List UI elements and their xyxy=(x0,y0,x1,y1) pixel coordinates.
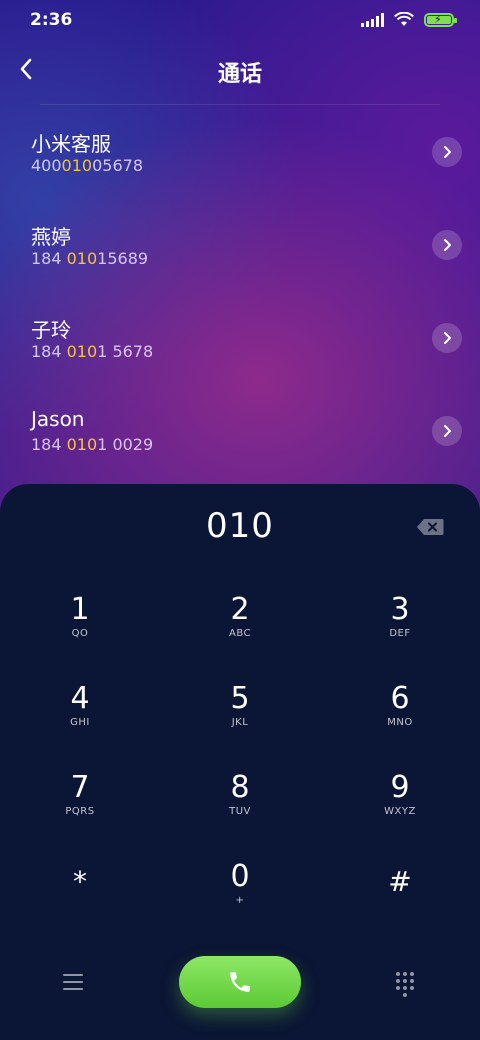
key-0[interactable]: 0 + xyxy=(160,851,320,940)
contact-name: 子玲 xyxy=(31,318,71,342)
status-time: 2:36 xyxy=(30,10,73,30)
status-bar: 2:36 ⚡ xyxy=(0,0,480,40)
contact-name: Jason xyxy=(31,407,85,431)
signal-icon xyxy=(361,12,384,27)
key-3[interactable]: 3 DEF xyxy=(320,584,480,673)
key-4[interactable]: 4 GHI xyxy=(0,673,160,762)
contact-number: 184 01015689 xyxy=(31,249,149,268)
header: 通话 xyxy=(0,44,480,100)
key-8[interactable]: 8 TUV xyxy=(160,762,320,851)
menu-icon[interactable] xyxy=(63,974,83,990)
backspace-icon[interactable] xyxy=(416,518,444,536)
match-highlight: 010 xyxy=(66,435,98,454)
contact-detail-button[interactable] xyxy=(432,137,462,167)
key-5[interactable]: 5 JKL xyxy=(160,673,320,762)
dialer-bottom-bar xyxy=(0,956,480,1016)
contact-name: 小米客服 xyxy=(31,132,111,156)
match-highlight: 010 xyxy=(61,156,93,175)
contact-detail-button[interactable] xyxy=(432,323,462,353)
contact-number: 184 0101 5678 xyxy=(31,342,154,361)
dialer-panel: 010 1 QO 2 ABC 3 DEF 4 GHI 5 JKL 6 MNO 7 PQRS 8… xyxy=(0,484,480,1040)
key-7[interactable]: 7 PQRS xyxy=(0,762,160,851)
contact-row[interactable]: 燕婷 184 01015689 xyxy=(0,205,480,298)
chevron-right-icon xyxy=(444,239,451,251)
battery-icon: ⚡ xyxy=(424,12,457,27)
contact-number: 40001005678 xyxy=(31,156,143,175)
keypad-grid-icon[interactable] xyxy=(396,972,416,997)
keypad: 1 QO 2 ABC 3 DEF 4 GHI 5 JKL 6 MNO 7 PQRS 8 TUV … xyxy=(0,584,480,940)
match-highlight: 010 xyxy=(66,342,98,361)
chevron-right-icon xyxy=(444,146,451,158)
voicemail-icon: QO xyxy=(71,628,89,639)
divider xyxy=(40,104,440,105)
status-icons: ⚡ xyxy=(361,12,457,27)
contact-list: 小米客服 40001005678 燕婷 184 01015689 子玲 184 … xyxy=(0,112,480,484)
page-title: 通话 xyxy=(217,62,262,87)
chevron-right-icon xyxy=(444,425,451,437)
key-hash[interactable]: # xyxy=(320,851,480,940)
contact-name: 燕婷 xyxy=(31,225,71,249)
contact-detail-button[interactable] xyxy=(432,230,462,260)
call-button[interactable] xyxy=(179,956,301,1008)
phone-icon xyxy=(230,972,250,992)
contact-number: 184 0101 0029 xyxy=(31,435,154,454)
match-highlight: 010 xyxy=(66,249,98,268)
key-1[interactable]: 1 QO xyxy=(0,584,160,673)
key-2[interactable]: 2 ABC xyxy=(160,584,320,673)
contact-row[interactable]: Jason 184 0101 0029 xyxy=(0,391,480,484)
wifi-icon xyxy=(394,12,414,26)
chevron-right-icon xyxy=(444,332,451,344)
contact-detail-button[interactable] xyxy=(432,416,462,446)
dial-input[interactable]: 010 xyxy=(0,506,480,546)
key-6[interactable]: 6 MNO xyxy=(320,673,480,762)
key-9[interactable]: 9 WXYZ xyxy=(320,762,480,851)
contact-row[interactable]: 小米客服 40001005678 xyxy=(0,112,480,205)
contact-row[interactable]: 子玲 184 0101 5678 xyxy=(0,298,480,391)
key-star[interactable]: * xyxy=(0,851,160,940)
